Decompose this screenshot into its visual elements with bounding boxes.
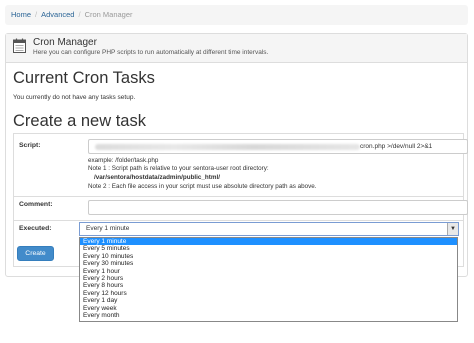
row-divider xyxy=(14,220,463,221)
script-root-path: /var/sentora/hostdata/zadmin/public_html… xyxy=(94,174,220,181)
script-note-2: Note 2 : Each file access in your script… xyxy=(88,183,317,190)
breadcrumb-advanced[interactable]: Advanced xyxy=(41,10,74,19)
script-note-1: Note 1 : Script path is relative to your… xyxy=(88,165,269,172)
breadcrumb-separator: / xyxy=(78,10,81,19)
calendar-icon xyxy=(13,38,26,53)
dropdown-option[interactable]: Every 12 hours xyxy=(80,290,457,297)
dropdown-option[interactable]: Every 1 minute xyxy=(80,238,457,246)
module-title: Cron Manager xyxy=(33,37,97,48)
script-input-suffix: cron.php >/dev/null 2>&1 xyxy=(360,143,433,150)
executed-label: Executed: xyxy=(19,225,52,232)
breadcrumb-home[interactable]: Home xyxy=(11,10,31,19)
comment-input[interactable] xyxy=(88,200,468,215)
current-tasks-heading: Current Cron Tasks xyxy=(13,69,155,87)
dropdown-option[interactable]: Every 10 minutes xyxy=(80,253,457,260)
create-task-heading: Create a new task xyxy=(13,112,146,130)
module-description: Here you can configure PHP scripts to ru… xyxy=(33,49,269,56)
dropdown-option[interactable]: Every month xyxy=(80,312,457,319)
dropdown-option[interactable]: Every 5 minutes xyxy=(80,245,457,252)
redacted-path xyxy=(95,144,360,150)
script-label: Script: xyxy=(19,142,41,149)
create-button[interactable]: Create xyxy=(17,246,54,261)
executed-dropdown-list: Every 1 minute Every 5 minutes Every 10 … xyxy=(79,237,458,322)
dropdown-option[interactable]: Every week xyxy=(80,305,457,312)
dropdown-option[interactable]: Every 1 day xyxy=(80,297,457,304)
executed-select[interactable]: Every 1 minute ▼ xyxy=(79,222,459,236)
script-example: example: /folder/task.php xyxy=(88,157,159,164)
comment-label: Comment: xyxy=(19,201,53,208)
breadcrumb-separator: / xyxy=(35,10,38,19)
dropdown-option[interactable]: Every 2 hours xyxy=(80,275,457,282)
no-tasks-message: You currently do not have any tasks setu… xyxy=(13,94,136,101)
dropdown-option[interactable]: Every 30 minutes xyxy=(80,260,457,267)
script-input[interactable]: cron.php >/dev/null 2>&1 xyxy=(88,139,468,154)
executed-selected-value: Every 1 minute xyxy=(86,225,130,232)
chevron-down-icon[interactable]: ▼ xyxy=(447,223,458,235)
dropdown-option[interactable]: Every 1 hour xyxy=(80,268,457,275)
breadcrumb: Home / Advanced / Cron Manager xyxy=(5,5,468,25)
row-divider xyxy=(14,196,463,197)
module-header: Cron Manager Here you can configure PHP … xyxy=(6,34,467,63)
breadcrumb-current: Cron Manager xyxy=(84,10,133,19)
dropdown-option[interactable]: Every 8 hours xyxy=(80,282,457,289)
